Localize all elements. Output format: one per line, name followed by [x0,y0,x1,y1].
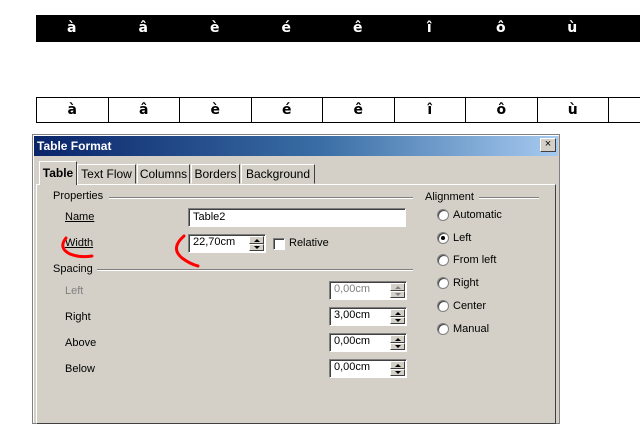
arrow-down-icon [395,293,401,296]
table-cell[interactable]: ô [465,15,537,42]
spacing-above-label: Above [65,337,97,349]
relative-checkbox[interactable] [273,238,285,250]
alignment-from-left-label: From left [453,254,497,266]
alignment-right-label: Right [453,277,479,289]
width-value: 22,70cm [193,236,236,248]
alignment-automatic-label: Automatic [453,209,502,221]
table-cell[interactable]: â [108,15,180,42]
alignment-center-label: Center [453,300,487,312]
width-label: Width [65,237,94,249]
alignment-left-radio[interactable] [437,232,449,244]
arrow-up-icon [395,364,401,367]
spin-up-button[interactable] [249,236,264,244]
table-cell[interactable]: ù [537,15,609,42]
name-label: Name [65,211,95,223]
table-cell[interactable]: é [252,98,323,122]
close-button[interactable]: × [540,138,556,152]
alignment-manual-radio[interactable] [437,323,449,335]
arrow-down-icon [395,371,401,374]
spacing-above-spinbox[interactable]: 0,00cm [329,333,407,352]
alignment-divider [479,197,539,199]
spacing-below-label: Below [65,363,95,375]
radio-selected-indicator [441,236,445,240]
spacing-right-value: 3,00cm [334,309,371,321]
arrow-up-icon [395,286,401,289]
spacing-group-label: Spacing [53,263,93,275]
arrow-down-icon [254,246,260,249]
table-cell[interactable]: î [394,15,466,42]
table-cell[interactable]: î [395,98,466,122]
spin-down-button[interactable] [390,343,405,350]
alignment-right-radio[interactable] [437,277,449,289]
arrow-up-icon [254,239,260,242]
table-cell[interactable]: à [36,15,108,42]
arrow-down-icon [395,345,401,348]
alignment-left-label: Left [453,232,472,244]
alignment-group-label: Alignment [425,191,474,203]
dialog-title-bar[interactable]: Table Format [34,136,558,156]
spacing-below-spinbox[interactable]: 0,00cm [329,359,407,378]
arrow-up-icon [395,338,401,341]
spacing-left-label: Left [65,285,84,297]
arrow-down-icon [395,319,401,322]
spin-up-button [390,283,405,291]
spacing-left-spinbox: 0,00cm [329,281,407,300]
spin-down-button[interactable] [249,244,264,251]
table-cell[interactable]: é [251,15,323,42]
tab-table[interactable]: Table [39,161,77,185]
spacing-left-value: 0,00cm [334,283,371,295]
name-input[interactable]: Table2 [188,208,406,227]
document-table-row: à â è é ê î ô ù [36,97,640,123]
document-table-header-row: à â è é ê î ô ù [36,15,640,42]
table-cell[interactable]: ù [538,98,609,122]
width-spinbox[interactable]: 22,70cm [188,234,266,253]
alignment-from-left-radio[interactable] [437,254,449,266]
spacing-divider [97,269,413,271]
spin-down-button[interactable] [390,369,405,376]
alignment-center-radio[interactable] [437,300,449,312]
tab-borders[interactable]: Borders [191,164,240,184]
relative-label: Relative [289,237,329,249]
close-icon: × [544,138,552,150]
spacing-above-value: 0,00cm [334,335,371,347]
tab-text-flow[interactable]: Text Flow [77,164,136,184]
spin-up-button[interactable] [390,309,405,317]
table-cell[interactable]: è [180,98,252,122]
properties-divider [109,197,413,199]
table-cell[interactable]: ê [322,15,394,42]
spacing-right-spinbox[interactable]: 3,00cm [329,307,407,326]
spacing-right-label: Right [65,311,91,323]
tab-columns[interactable]: Columns [137,164,190,184]
spin-down-button[interactable] [390,317,405,324]
spin-up-button[interactable] [390,335,405,343]
alignment-manual-label: Manual [453,323,490,335]
table-cell[interactable]: à [37,98,109,122]
table-cell[interactable]: â [109,98,180,122]
spin-up-button[interactable] [390,361,405,369]
alignment-automatic-radio[interactable] [437,209,449,221]
properties-group-label: Properties [53,190,104,202]
dialog-title: Table Format [37,139,112,153]
table-cell[interactable]: ô [466,98,538,122]
table-format-dialog: Table Format × Table Text Flow Columns B… [32,134,560,424]
spin-down-button [390,291,405,298]
tab-background[interactable]: Background [241,164,315,184]
spacing-below-value: 0,00cm [334,361,371,373]
arrow-up-icon [395,312,401,315]
table-cell[interactable]: ê [323,98,395,122]
table-cell[interactable]: è [179,15,251,42]
